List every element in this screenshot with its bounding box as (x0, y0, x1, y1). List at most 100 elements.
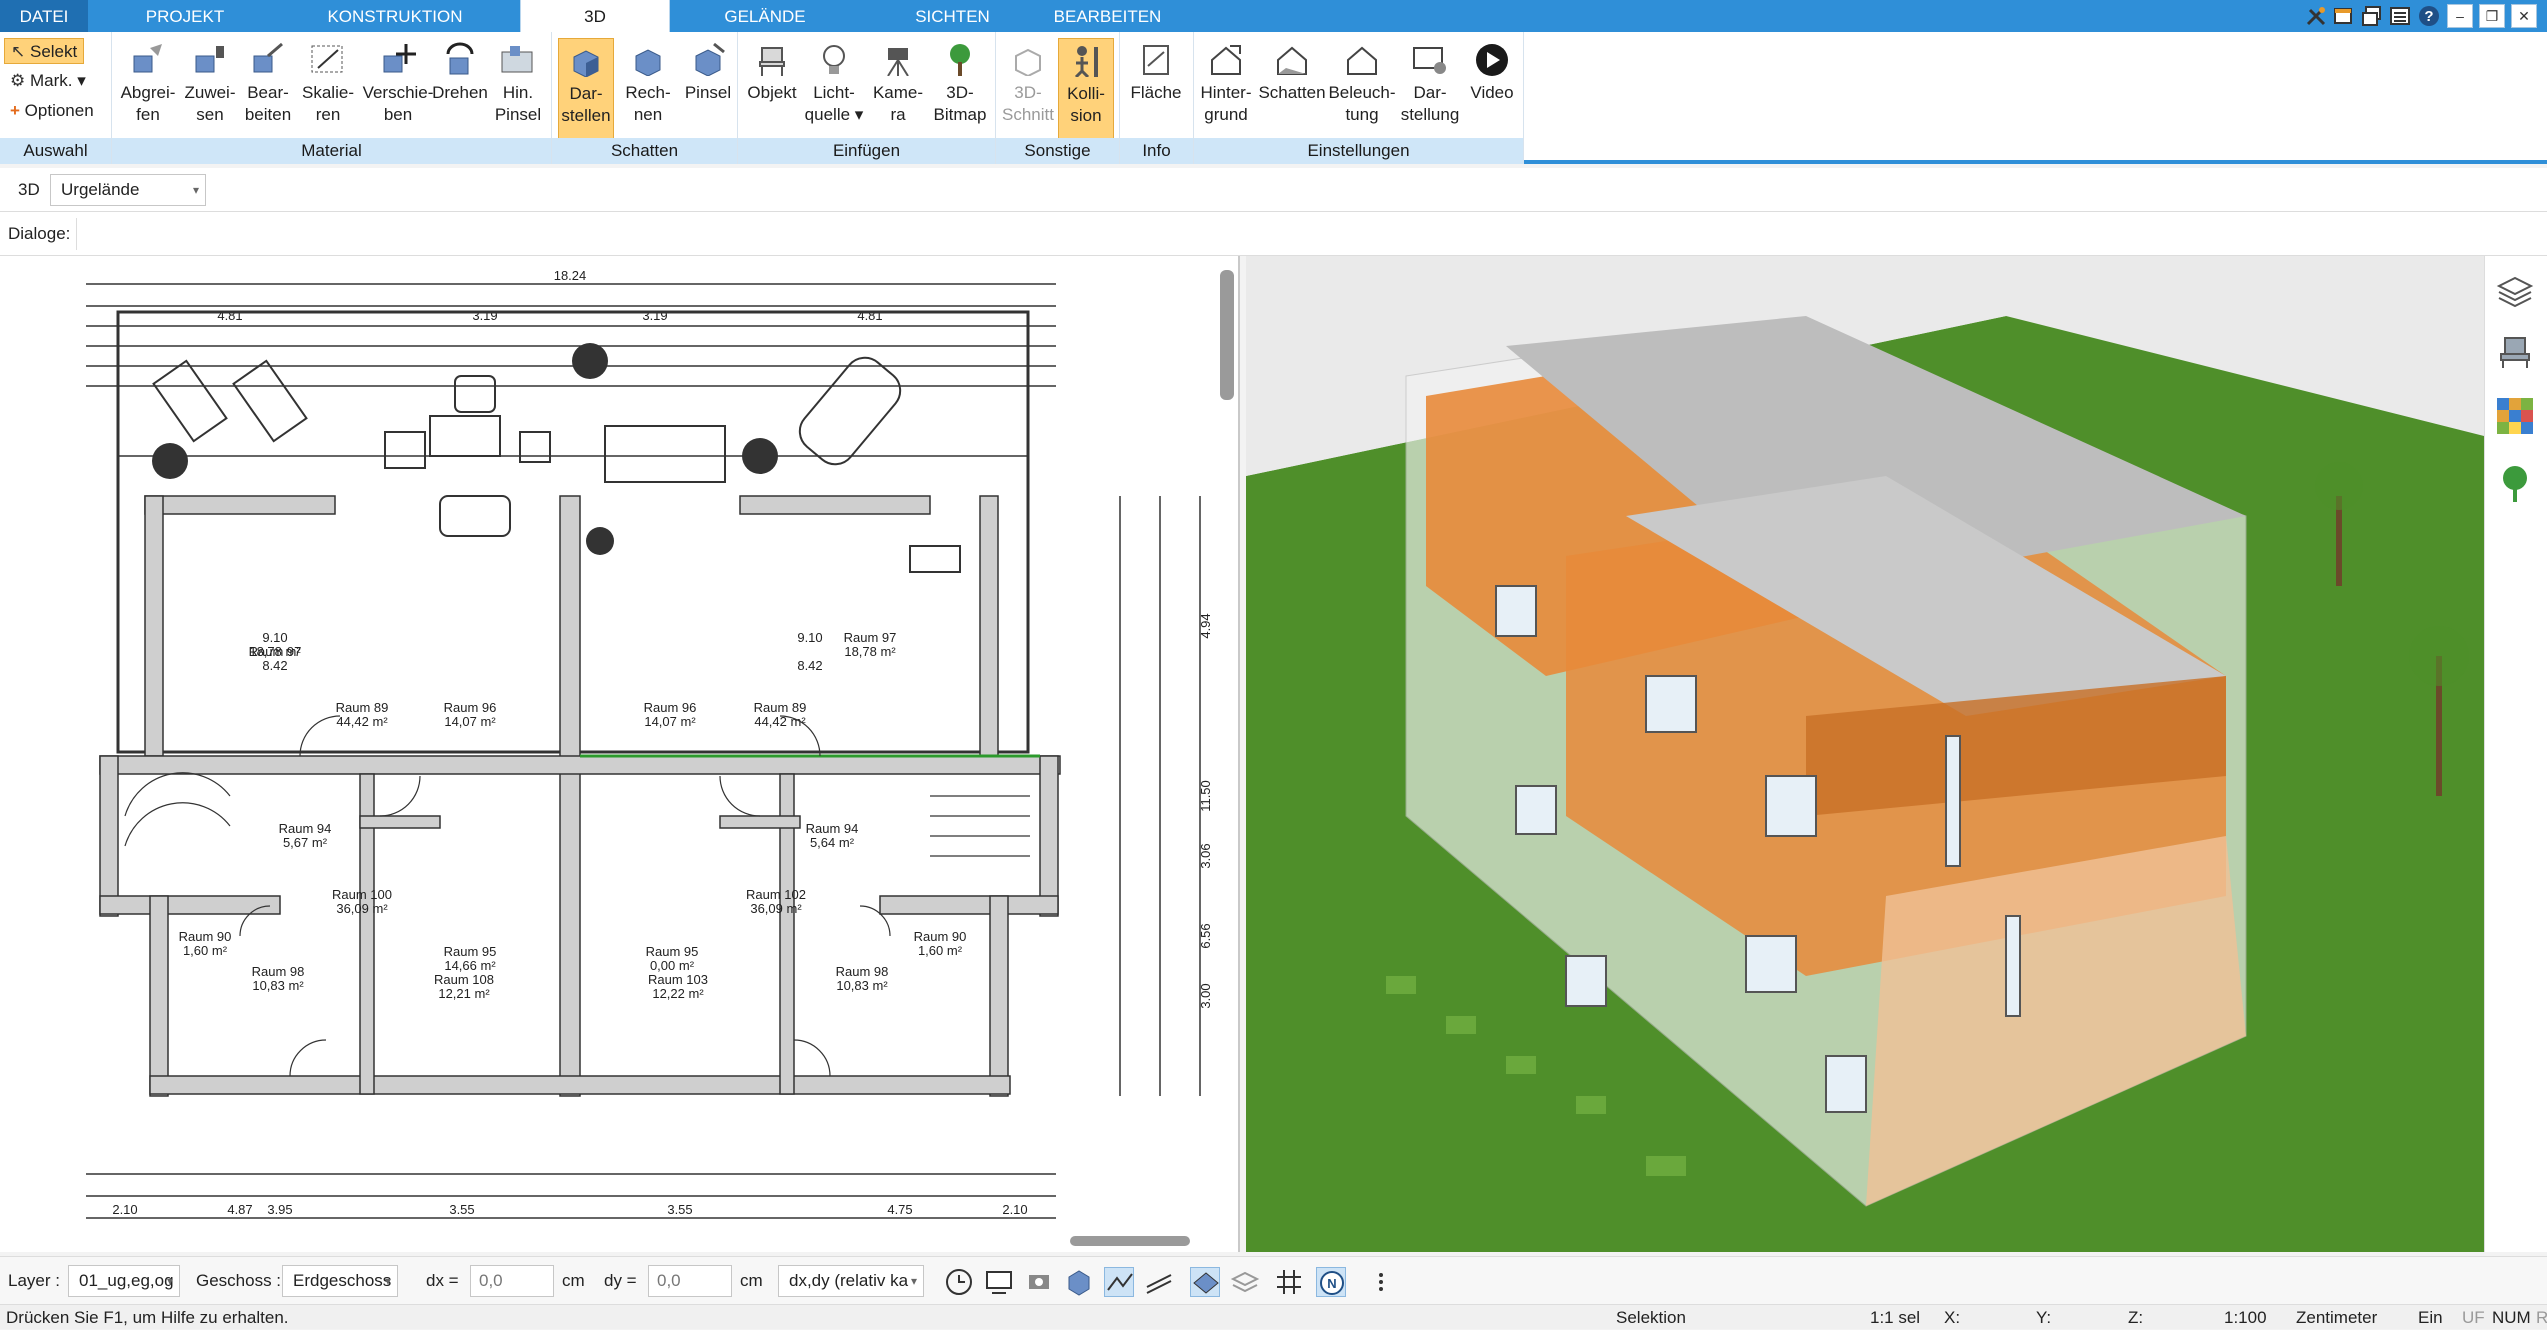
einst-schatten-button[interactable]: Schatten (1256, 38, 1328, 104)
room-90-right-name: Raum 90 (914, 929, 967, 944)
chevron-down-icon: ▾ (192, 183, 199, 197)
more-options-icon[interactable] (1366, 1267, 1396, 1297)
tab-gelaende[interactable]: GELÄNDE (700, 0, 830, 32)
dy-unit: cm (740, 1271, 763, 1290)
video-button[interactable]: Video (1460, 38, 1524, 104)
darstellung-button[interactable]: Dar-stellung (1398, 38, 1462, 126)
camera-tool-icon[interactable] (1024, 1267, 1054, 1297)
tab-projekt[interactable]: PROJEKT (120, 0, 250, 32)
close-icon[interactable]: ✕ (2511, 4, 2537, 28)
drehen-button[interactable]: Drehen (428, 38, 492, 104)
eyedropper-cube-icon (133, 44, 162, 73)
dialog-area[interactable] (76, 218, 2536, 250)
minimize-icon[interactable]: – (2447, 4, 2473, 28)
dy-input[interactable]: 0,0 (648, 1265, 732, 1297)
dy-label: dy = (604, 1271, 637, 1290)
view-mode-select[interactable]: Urgelände ▾ (50, 174, 206, 206)
darstellung-l1: Dar- (1413, 83, 1447, 102)
help-icon[interactable]: ? (2417, 4, 2441, 28)
group-label-schatten: Schatten (552, 138, 737, 164)
unit-text: Zentimeter (2296, 1308, 2378, 1327)
3d-view[interactable] (1246, 256, 2484, 1252)
dim-bottom-2: 4.87 (227, 1202, 252, 1217)
hatch-tool-icon[interactable] (1144, 1267, 1174, 1297)
zuweisen-l2: sen (196, 105, 224, 124)
chair-icon (759, 47, 785, 76)
group-info: Fläche Info (1120, 32, 1194, 164)
room-98-left-area: 10,83 m² (252, 978, 304, 993)
assign-cube-icon (195, 46, 224, 73)
dim-right-2: 11.50 (1198, 780, 1213, 812)
dialog-label: Dialoge: (8, 224, 71, 243)
screen-icon[interactable] (984, 1267, 1014, 1297)
layers-icon[interactable] (2495, 272, 2535, 312)
window-cascade-icon[interactable] (2361, 5, 2383, 27)
svg-text:N: N (1327, 1276, 1336, 1291)
restore-icon[interactable]: ❐ (2479, 4, 2505, 28)
beleuchtung-l2: tung (1345, 105, 1379, 124)
terrain-tool-icon[interactable] (1104, 1267, 1134, 1297)
lichtquelle-l2: quelle (804, 105, 851, 124)
brush-cube-icon (695, 42, 725, 76)
3d-bitmap-button[interactable]: 3D- Bitmap (928, 38, 992, 126)
group-label-einstellungen: Einstellungen (1194, 138, 1523, 164)
zuweisen-button[interactable]: Zuwei-sen (178, 38, 242, 126)
plants-icon[interactable] (2495, 464, 2535, 504)
layer-select[interactable]: 01_ug,eg,og ▾ (68, 1265, 180, 1297)
flaeche-button[interactable]: Fläche (1124, 38, 1188, 104)
tab-konstruktion[interactable]: KONSTRUKTION (300, 0, 490, 32)
grid-icon[interactable] (1274, 1267, 1304, 1297)
tab-sichten[interactable]: SICHTEN (880, 0, 1025, 32)
3d-schnitt-button[interactable]: 3D- Schnitt (996, 38, 1060, 126)
layers-tool-icon[interactable] (1230, 1267, 1260, 1297)
room-97-left-area-text: 18,78 m² (249, 644, 301, 659)
skalieren-button[interactable]: Skalie-ren (296, 38, 360, 126)
plan-horizontal-scrollbar[interactable] (1070, 1236, 1190, 1246)
plan-vertical-scrollbar[interactable] (1220, 270, 1234, 400)
dx-input[interactable]: 0,0 (470, 1265, 554, 1297)
plane-tool-icon[interactable] (1190, 1267, 1220, 1297)
window-tile-icon[interactable] (2333, 5, 2355, 27)
chevron-down-icon: ▾ (166, 1274, 173, 1288)
selekt-button[interactable]: ↖ Selekt (4, 38, 85, 64)
abgreifen-button[interactable]: Abgrei-fen (116, 38, 180, 126)
clock-icon[interactable] (944, 1267, 974, 1297)
hin-pinsel-button[interactable]: Hin. Pinsel (486, 38, 550, 126)
view-prefix: 3D (18, 180, 40, 199)
bearbeiten-button[interactable]: Bear-beiten (236, 38, 300, 126)
room-90-right-area: 1,60 m² (918, 943, 963, 958)
materials-icon[interactable] (2495, 396, 2535, 436)
coord-mode-select[interactable]: dx,dy (relativ ka ▾ (778, 1265, 924, 1297)
floor-plan-view[interactable]: 18.24 4.81 3.19 3.19 4.81 9.10 8.42 9.10… (0, 256, 1240, 1252)
darstellung-l2: stellung (1400, 105, 1460, 124)
room-89-right-name: Raum 89 (754, 700, 807, 715)
optionen-button[interactable]: + Optionen (4, 98, 100, 124)
furniture-icon[interactable] (2495, 332, 2535, 372)
north-icon[interactable]: N (1316, 1267, 1346, 1297)
schatten-darstellen-button[interactable]: Dar-stellen (558, 38, 614, 142)
tools-icon[interactable] (2305, 5, 2327, 27)
cube-tool-icon[interactable] (1064, 1267, 1094, 1297)
tab-datei[interactable]: DATEI (0, 0, 88, 32)
num-text: NUM (2492, 1308, 2531, 1327)
objekt-button[interactable]: Objekt (740, 38, 804, 104)
kollision-button[interactable]: Kolli-sion (1058, 38, 1114, 142)
verschieben-button[interactable]: Verschie-ben (358, 38, 438, 126)
window-list-icon[interactable] (2389, 5, 2411, 27)
schatten-rechnen-button[interactable]: Rech-nen (616, 38, 680, 126)
lichtquelle-button[interactable]: Licht-quelle ▾ (802, 38, 866, 126)
mark-button[interactable]: ⚙ Mark. ▾ (4, 68, 92, 94)
optionen-label: Optionen (24, 101, 94, 120)
dim-bottom-1: 2.10 (112, 1202, 137, 1217)
geschoss-select[interactable]: Erdgeschoss ▾ (282, 1265, 398, 1297)
mode-text: Selektion (1616, 1308, 1686, 1327)
beleuchtung-button[interactable]: Beleuch-tung (1326, 38, 1398, 126)
layer-value: 01_ug,eg,og (79, 1271, 174, 1290)
tab-3d[interactable]: 3D (520, 0, 670, 32)
schatten-pinsel-button[interactable]: Pinsel (676, 38, 740, 104)
group-label-sonstige: Sonstige (996, 138, 1119, 164)
kamera-button[interactable]: Kame-ra (866, 38, 930, 126)
r-text: R (2536, 1308, 2547, 1327)
hintergrund-button[interactable]: Hinter-grund (1194, 38, 1258, 126)
tab-bearbeiten[interactable]: BEARBEITEN (1040, 0, 1175, 32)
